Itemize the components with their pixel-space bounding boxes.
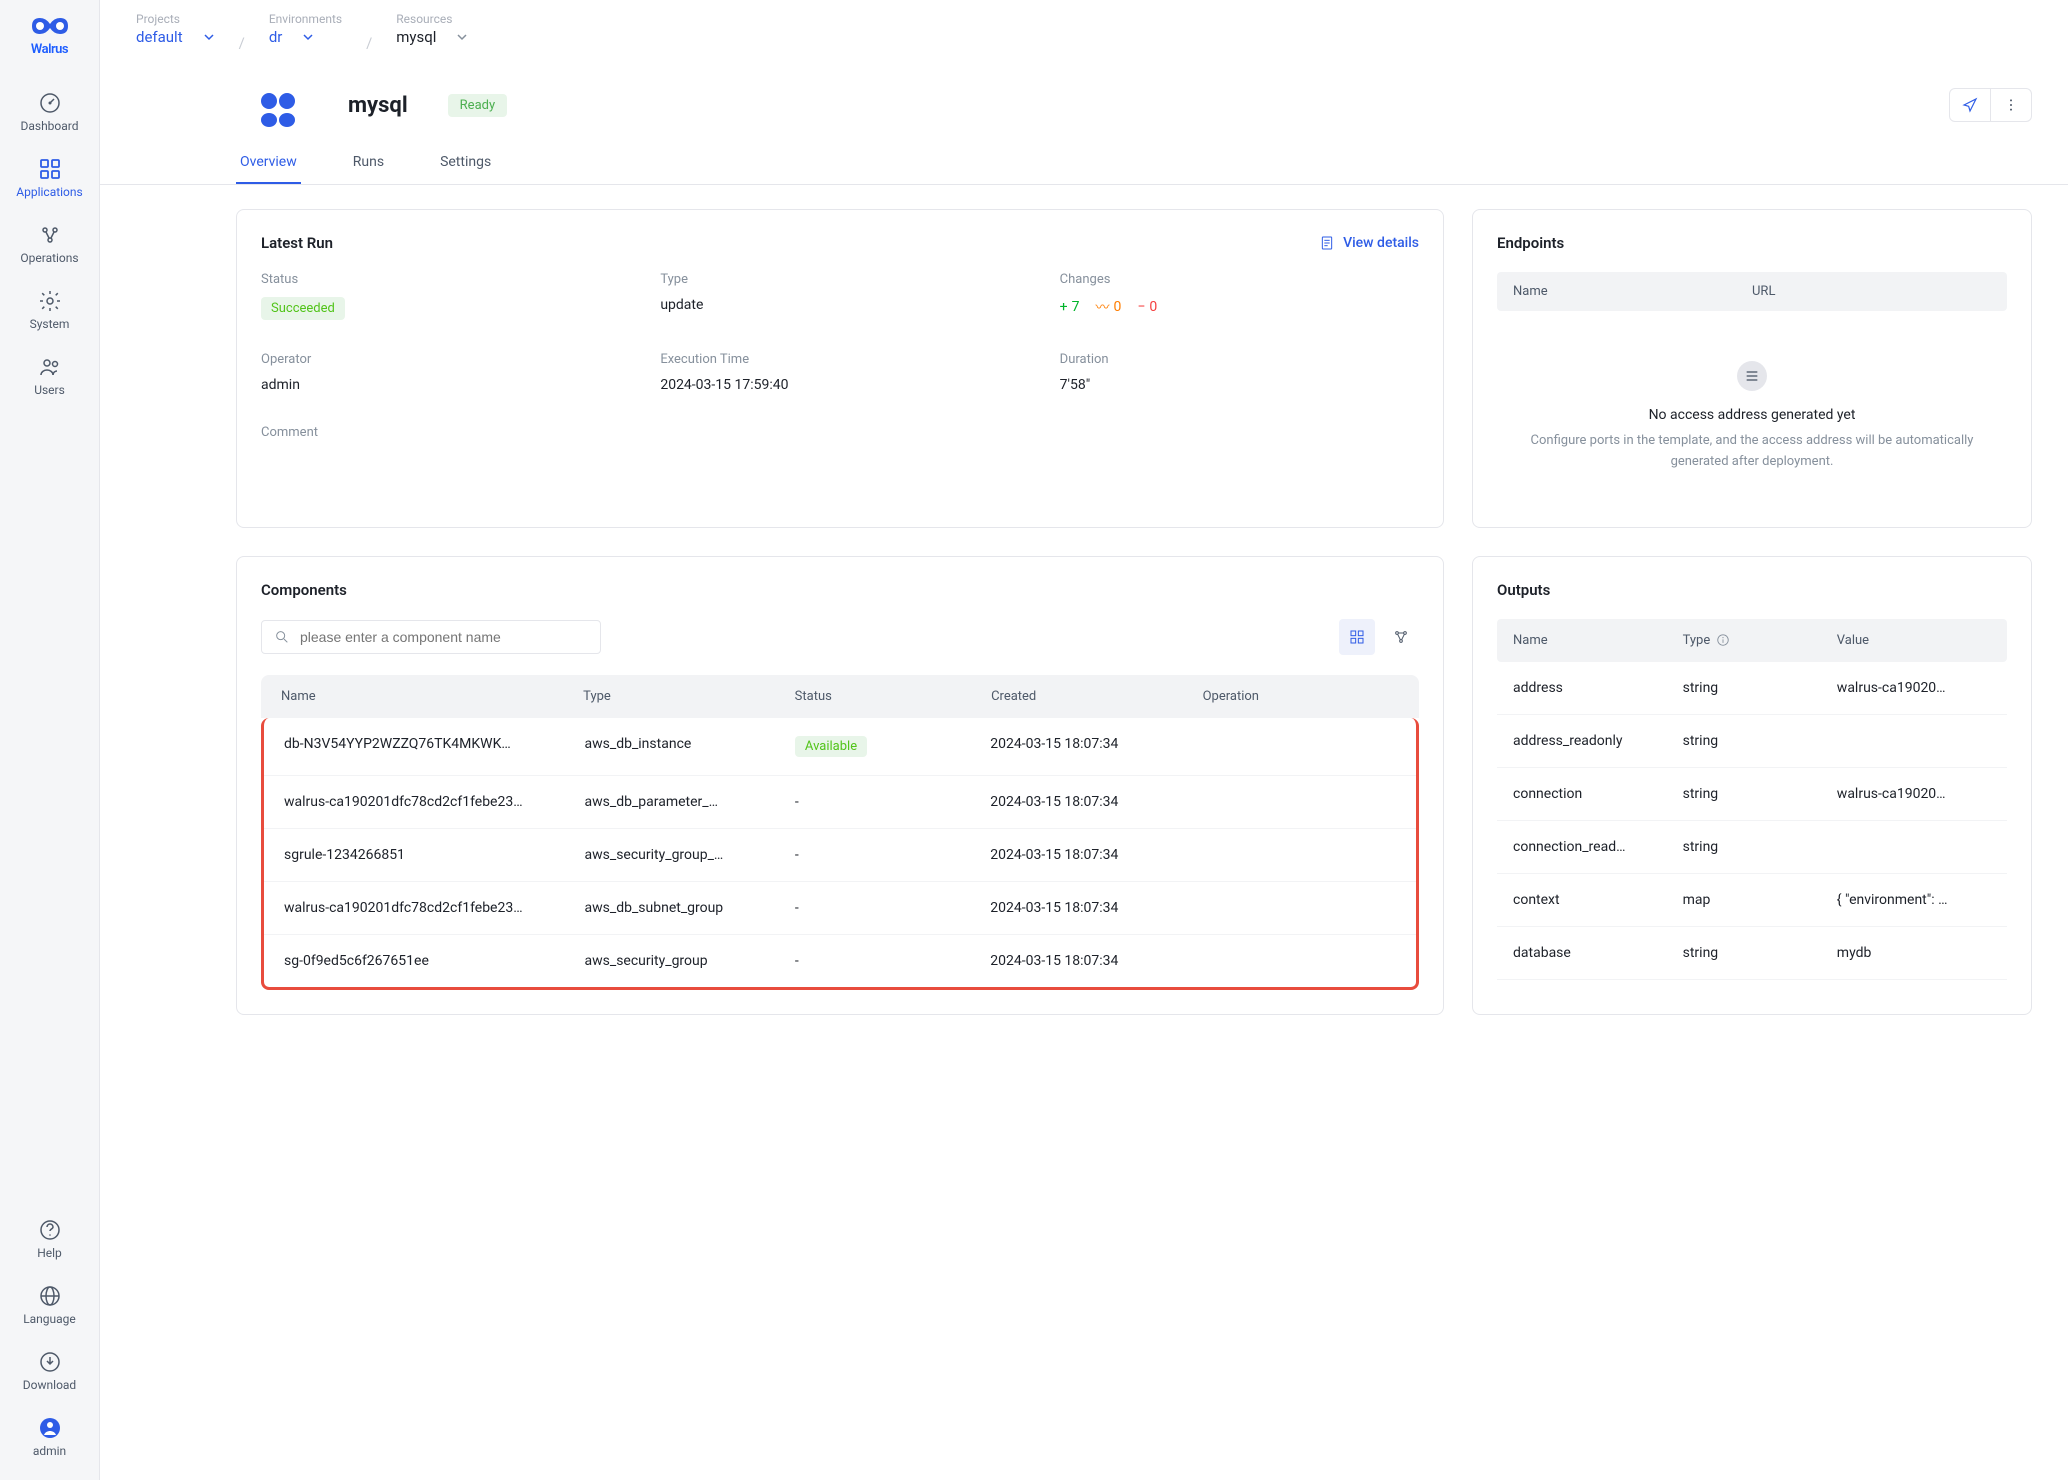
- globe-icon: [38, 1284, 62, 1308]
- search-icon: [274, 629, 290, 645]
- comment-label: Comment: [261, 425, 1419, 440]
- operator-label: Operator: [261, 352, 620, 367]
- breadcrumb-environments[interactable]: Environments dr: [269, 12, 342, 46]
- component-search[interactable]: [261, 620, 601, 654]
- brand-text: Walrus: [28, 42, 72, 57]
- graph-icon: [1393, 629, 1409, 645]
- user-circle-icon: [38, 1416, 62, 1440]
- outputs-title: Outputs: [1497, 581, 2007, 599]
- tab-runs[interactable]: Runs: [349, 142, 388, 184]
- grid-icon: [1349, 629, 1365, 645]
- users-icon: [38, 355, 62, 379]
- sidebar-item-applications[interactable]: Applications: [0, 147, 99, 209]
- sidebar-item-language[interactable]: Language: [0, 1274, 99, 1336]
- header-actions: [1949, 88, 2032, 122]
- minus-icon: −: [1137, 299, 1145, 315]
- sidebar-item-system[interactable]: System: [0, 279, 99, 341]
- tabs: Overview Runs Settings: [100, 142, 2068, 185]
- document-icon: [1319, 235, 1335, 251]
- table-row[interactable]: address_readonly string: [1497, 715, 2007, 768]
- gear-icon: [38, 289, 62, 313]
- execution-time-value: 2024-03-15 17:59:40: [660, 377, 1019, 393]
- latest-run-title: Latest Run: [261, 234, 333, 252]
- dashboard-icon: [38, 91, 62, 115]
- table-view-button[interactable]: [1339, 619, 1375, 655]
- table-row[interactable]: address string walrus-ca19020…: [1497, 662, 2007, 715]
- download-icon: [38, 1350, 62, 1374]
- search-input[interactable]: [300, 629, 588, 645]
- run-status-badge: Succeeded: [261, 297, 345, 320]
- empty-state-icon: [1737, 361, 1767, 391]
- graph-view-button[interactable]: [1383, 619, 1419, 655]
- breadcrumb-separator: /: [239, 12, 245, 52]
- latest-run-card: Latest Run View details Status Succeeded…: [236, 209, 1444, 528]
- chevron-down-icon: [203, 31, 215, 43]
- breadcrumb-resources[interactable]: Resources mysql: [396, 12, 468, 46]
- table-row[interactable]: db-N3V54YYP2WZZQ76TK4MKWK… aws_db_instan…: [264, 718, 1416, 776]
- sidebar-item-help[interactable]: Help: [0, 1208, 99, 1270]
- table-row[interactable]: walrus-ca190201dfc78cd2cf1febe23… aws_db…: [264, 882, 1416, 935]
- sidebar-item-users[interactable]: Users: [0, 345, 99, 407]
- sidebar-item-operations[interactable]: Operations: [0, 213, 99, 275]
- empty-description: Configure ports in the template, and the…: [1517, 431, 1987, 473]
- outputs-table-header: Name Type Value: [1497, 619, 2007, 662]
- view-details-link[interactable]: View details: [1319, 235, 1419, 251]
- components-table-header: Name Type Status Created Operation: [261, 675, 1419, 718]
- sidebar-item-admin[interactable]: admin: [0, 1406, 99, 1468]
- table-row[interactable]: sg-0f9ed5c6f267651ee aws_security_group …: [264, 935, 1416, 987]
- changes-value: +7 〰0 −0: [1060, 297, 1419, 317]
- tilde-icon: 〰: [1095, 297, 1109, 317]
- duration-label: Duration: [1060, 352, 1419, 367]
- deploy-button[interactable]: [1950, 89, 1991, 121]
- sidebar: Walrus Dashboard Applications Operations…: [0, 0, 100, 1480]
- table-row[interactable]: connection_read… string: [1497, 821, 2007, 874]
- execution-time-label: Execution Time: [660, 352, 1019, 367]
- table-row[interactable]: walrus-ca190201dfc78cd2cf1febe23… aws_db…: [264, 776, 1416, 829]
- table-row[interactable]: database string mydb: [1497, 927, 2007, 980]
- applications-icon: [38, 157, 62, 181]
- status-label: Status: [261, 272, 620, 287]
- empty-title: No access address generated yet: [1517, 407, 1987, 423]
- page-title: mysql: [348, 93, 408, 118]
- breadcrumb-projects[interactable]: Projects default: [136, 12, 215, 46]
- components-title: Components: [261, 581, 1419, 599]
- table-row[interactable]: connection string walrus-ca19020…: [1497, 768, 2007, 821]
- breadcrumb-separator: /: [366, 12, 372, 52]
- tab-overview[interactable]: Overview: [236, 142, 301, 184]
- operator-value: admin: [261, 377, 620, 393]
- more-actions-button[interactable]: [1991, 89, 2031, 121]
- status-badge: Ready: [448, 94, 507, 117]
- breadcrumb: Projects default / Environments dr / Res…: [100, 0, 2068, 52]
- duration-value: 7'58": [1060, 377, 1419, 393]
- main-content: Projects default / Environments dr / Res…: [100, 0, 2068, 1480]
- table-row[interactable]: context map { "environment": …: [1497, 874, 2007, 927]
- more-vertical-icon: [2003, 97, 2019, 113]
- chevron-down-icon: [302, 31, 314, 43]
- table-row[interactable]: sgrule-1234266851 aws_security_group_… -…: [264, 829, 1416, 882]
- help-icon: [38, 1218, 62, 1242]
- page-header: mysql Ready: [100, 52, 2068, 142]
- sidebar-item-download[interactable]: Download: [0, 1340, 99, 1402]
- endpoints-card: Endpoints Name URL No access address gen…: [1472, 209, 2032, 528]
- app-type-icon: [256, 88, 300, 132]
- components-table-body: db-N3V54YYP2WZZQ76TK4MKWK… aws_db_instan…: [261, 718, 1419, 990]
- tab-settings[interactable]: Settings: [436, 142, 495, 184]
- operations-icon: [38, 223, 62, 247]
- endpoints-title: Endpoints: [1497, 234, 2007, 252]
- outputs-card: Outputs Name Type Value address string w…: [1472, 556, 2032, 1015]
- chevron-down-icon: [456, 31, 468, 43]
- info-icon[interactable]: [1716, 633, 1730, 647]
- logo[interactable]: Walrus: [28, 8, 72, 57]
- walrus-logo-icon: [28, 12, 72, 40]
- endpoints-empty-state: No access address generated yet Configur…: [1497, 331, 2007, 503]
- changes-label: Changes: [1060, 272, 1419, 287]
- run-type-value: update: [660, 297, 1019, 313]
- endpoints-table-header: Name URL: [1497, 272, 2007, 311]
- send-icon: [1962, 97, 1978, 113]
- status-badge: Available: [795, 736, 867, 757]
- sidebar-item-dashboard[interactable]: Dashboard: [0, 81, 99, 143]
- type-label: Type: [660, 272, 1019, 287]
- plus-icon: +: [1060, 299, 1068, 315]
- components-card: Components: [236, 556, 1444, 1015]
